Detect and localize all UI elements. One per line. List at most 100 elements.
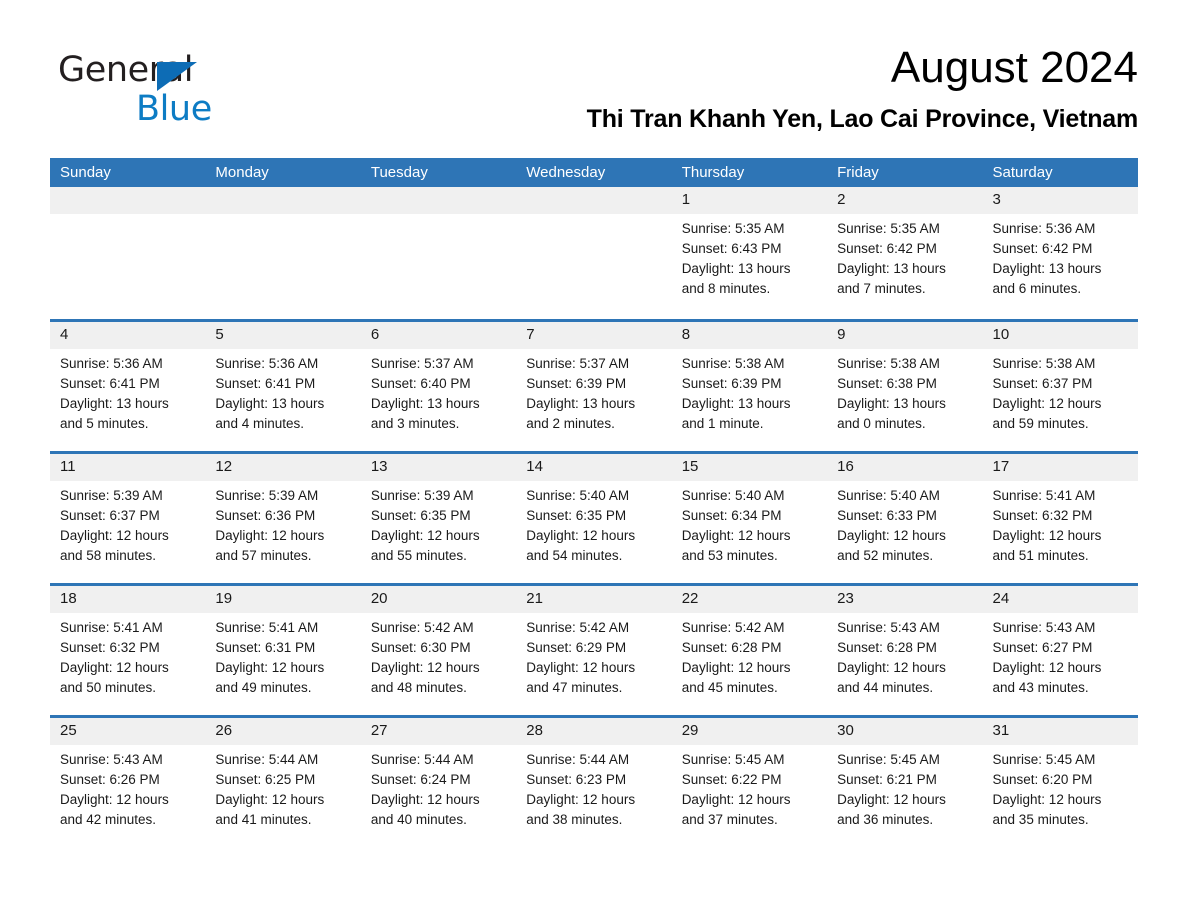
general-blue-logo[interactable]: General Blue bbox=[58, 50, 258, 136]
day-number: 23 bbox=[827, 586, 983, 613]
day-number: 4 bbox=[50, 322, 206, 349]
sunset-text: Sunset: 6:28 PM bbox=[681, 640, 782, 655]
day-details: Sunrise: 5:37 AM Sunset: 6:40 PM Daylight:… bbox=[361, 349, 516, 434]
calendar-day-cell[interactable]: 26 Sunrise: 5:44 AM Sunset: 6:25 PM Dayligh… bbox=[205, 718, 361, 847]
day-number: 28 bbox=[516, 718, 672, 745]
calendar-day-cell[interactable]: 25 Sunrise: 5:43 AM Sunset: 6:26 PM Dayligh… bbox=[50, 718, 206, 847]
sunrise-text: Sunrise: 5:42 AM bbox=[526, 620, 630, 635]
sunrise-text: Sunrise: 5:40 AM bbox=[526, 488, 630, 503]
calendar-day-cell[interactable]: 12 Sunrise: 5:39 AM Sunset: 6:36 PM Dayligh… bbox=[205, 454, 361, 583]
sunset-text: Sunset: 6:37 PM bbox=[60, 508, 160, 523]
calendar-day-cell[interactable]: 11 Sunrise: 5:39 AM Sunset: 6:37 PM Dayligh… bbox=[50, 454, 206, 583]
daylight-text: Daylight: 13 hours bbox=[526, 396, 636, 411]
day-details: Sunrise: 5:41 AM Sunset: 6:31 PM Daylight:… bbox=[205, 613, 360, 698]
weekday-header-saturday: Saturday bbox=[992, 164, 1053, 181]
daylight-text: and 48 minutes. bbox=[370, 680, 467, 695]
calendar-day-cell[interactable]: 5 Sunrise: 5:36 AM Sunset: 6:41 PM Daylight… bbox=[205, 322, 361, 451]
sunset-text: Sunset: 6:29 PM bbox=[526, 640, 627, 655]
daylight-text: Daylight: 12 hours bbox=[681, 792, 791, 807]
daylight-text: Daylight: 12 hours bbox=[60, 528, 169, 543]
sunset-text: Sunset: 6:39 PM bbox=[526, 376, 627, 391]
calendar-day-cell[interactable]: 28 Sunrise: 5:44 AM Sunset: 6:23 PM Dayligh… bbox=[516, 718, 672, 847]
day-number: 31 bbox=[982, 718, 1138, 745]
calendar-day-cell[interactable]: 29 Sunrise: 5:45 AM Sunset: 6:22 PM Dayligh… bbox=[671, 718, 828, 847]
day-number: 5 bbox=[205, 322, 361, 349]
day-number: 12 bbox=[205, 454, 361, 481]
daylight-text: Daylight: 12 hours bbox=[370, 660, 480, 675]
daylight-text: and 1 minute. bbox=[681, 416, 764, 431]
day-details bbox=[516, 214, 671, 219]
calendar-day-cell[interactable]: 10 Sunrise: 5:38 AM Sunset: 6:37 PM Dayligh… bbox=[982, 322, 1138, 451]
daylight-text: Daylight: 13 hours bbox=[837, 396, 946, 411]
calendar-day-cell[interactable]: 27 Sunrise: 5:44 AM Sunset: 6:24 PM Dayligh… bbox=[360, 718, 517, 847]
calendar-day-cell[interactable]: 21 Sunrise: 5:42 AM Sunset: 6:29 PM Dayligh… bbox=[516, 586, 672, 715]
daylight-text: and 53 minutes. bbox=[681, 548, 778, 563]
day-details: Sunrise: 5:39 AM Sunset: 6:35 PM Daylight:… bbox=[361, 481, 516, 566]
sunrise-text: Sunrise: 5:36 AM bbox=[215, 356, 319, 371]
day-number: 6 bbox=[360, 322, 517, 349]
day-details: Sunrise: 5:42 AM Sunset: 6:30 PM Daylight:… bbox=[361, 613, 516, 698]
day-number: 1 bbox=[671, 187, 828, 214]
daylight-text: Daylight: 12 hours bbox=[992, 528, 1102, 543]
daylight-text: and 50 minutes. bbox=[60, 680, 157, 695]
day-number: 13 bbox=[360, 454, 517, 481]
daylight-text: Daylight: 12 hours bbox=[837, 660, 946, 675]
daylight-text: and 40 minutes. bbox=[370, 812, 467, 827]
calendar-day-cell[interactable]: 30 Sunrise: 5:45 AM Sunset: 6:21 PM Dayligh… bbox=[827, 718, 983, 847]
calendar-day-cell[interactable]: 6 Sunrise: 5:37 AM Sunset: 6:40 PM Daylight… bbox=[360, 322, 517, 451]
calendar-day-cell[interactable]: 24 Sunrise: 5:43 AM Sunset: 6:27 PM Dayligh… bbox=[982, 586, 1138, 715]
calendar-day-cell[interactable]: 3 Sunrise: 5:36 AM Sunset: 6:42 PM Daylight… bbox=[982, 187, 1138, 319]
sunrise-text: Sunrise: 5:40 AM bbox=[681, 488, 785, 503]
sunset-text: Sunset: 6:42 PM bbox=[992, 241, 1093, 256]
sunrise-text: Sunrise: 5:36 AM bbox=[992, 221, 1096, 236]
day-details: Sunrise: 5:36 AM Sunset: 6:42 PM Daylight:… bbox=[983, 214, 1138, 299]
day-number: 7 bbox=[516, 322, 672, 349]
sunset-text: Sunset: 6:38 PM bbox=[837, 376, 937, 391]
sunset-text: Sunset: 6:25 PM bbox=[215, 772, 316, 787]
daylight-text: Daylight: 12 hours bbox=[992, 792, 1102, 807]
calendar-day-cell[interactable]: 19 Sunrise: 5:41 AM Sunset: 6:31 PM Dayligh… bbox=[205, 586, 361, 715]
calendar-day-cell[interactable]: 7 Sunrise: 5:37 AM Sunset: 6:39 PM Daylight… bbox=[516, 322, 672, 451]
calendar-day-cell[interactable]: 22 Sunrise: 5:42 AM Sunset: 6:28 PM Dayligh… bbox=[671, 586, 828, 715]
sunset-text: Sunset: 6:39 PM bbox=[681, 376, 782, 391]
day-details: Sunrise: 5:40 AM Sunset: 6:35 PM Daylight:… bbox=[516, 481, 671, 566]
calendar-day-cell[interactable]: 1 Sunrise: 5:35 AM Sunset: 6:43 PM Daylight… bbox=[671, 187, 828, 319]
daylight-text: Daylight: 12 hours bbox=[215, 660, 325, 675]
location-subtitle: Thi Tran Khanh Yen, Lao Cai Province, Vi… bbox=[586, 105, 1139, 133]
day-details: Sunrise: 5:42 AM Sunset: 6:29 PM Daylight:… bbox=[516, 613, 671, 698]
daylight-text: and 7 minutes. bbox=[837, 281, 926, 296]
calendar-day-cell[interactable]: 17 Sunrise: 5:41 AM Sunset: 6:32 PM Dayligh… bbox=[982, 454, 1138, 583]
calendar-day-cell[interactable]: 23 Sunrise: 5:43 AM Sunset: 6:28 PM Dayligh… bbox=[827, 586, 983, 715]
daylight-text: Daylight: 12 hours bbox=[681, 660, 791, 675]
title-block: August 2024 Thi Tran Khanh Yen, Lao Cai … bbox=[398, 40, 1139, 136]
sunset-text: Sunset: 6:26 PM bbox=[60, 772, 160, 787]
calendar-day-cell[interactable]: 9 Sunrise: 5:38 AM Sunset: 6:38 PM Daylight… bbox=[827, 322, 983, 451]
daylight-text: and 57 minutes. bbox=[215, 548, 312, 563]
calendar-day-cell[interactable]: 16 Sunrise: 5:40 AM Sunset: 6:33 PM Dayligh… bbox=[827, 454, 983, 583]
calendar-day-cell[interactable]: 14 Sunrise: 5:40 AM Sunset: 6:35 PM Dayligh… bbox=[516, 454, 672, 583]
sunrise-text: Sunrise: 5:36 AM bbox=[60, 356, 163, 371]
day-number: 20 bbox=[360, 586, 517, 613]
calendar-day-cell[interactable]: 20 Sunrise: 5:42 AM Sunset: 6:30 PM Dayligh… bbox=[360, 586, 517, 715]
daylight-text: and 41 minutes. bbox=[215, 812, 312, 827]
sunset-text: Sunset: 6:21 PM bbox=[837, 772, 937, 787]
sunrise-text: Sunrise: 5:42 AM bbox=[681, 620, 785, 635]
calendar-day-cell[interactable]: 13 Sunrise: 5:39 AM Sunset: 6:35 PM Dayligh… bbox=[360, 454, 517, 583]
daylight-text: and 5 minutes. bbox=[60, 416, 149, 431]
day-details: Sunrise: 5:39 AM Sunset: 6:37 PM Daylight:… bbox=[50, 481, 205, 566]
day-number: 21 bbox=[516, 586, 672, 613]
calendar-day-cell[interactable]: 18 Sunrise: 5:41 AM Sunset: 6:32 PM Dayligh… bbox=[50, 586, 206, 715]
calendar-day-cell[interactable]: 4 Sunrise: 5:36 AM Sunset: 6:41 PM Daylight… bbox=[50, 322, 206, 451]
sunset-text: Sunset: 6:24 PM bbox=[370, 772, 471, 787]
sunrise-text: Sunrise: 5:45 AM bbox=[992, 752, 1096, 767]
sunrise-text: Sunrise: 5:39 AM bbox=[215, 488, 319, 503]
calendar-day-cell[interactable]: 2 Sunrise: 5:35 AM Sunset: 6:42 PM Daylight… bbox=[827, 187, 983, 319]
sunset-text: Sunset: 6:35 PM bbox=[526, 508, 627, 523]
day-number: 8 bbox=[671, 322, 828, 349]
calendar-day-cell[interactable]: 31 Sunrise: 5:45 AM Sunset: 6:20 PM Dayligh… bbox=[982, 718, 1138, 847]
calendar-day-cell[interactable]: 15 Sunrise: 5:40 AM Sunset: 6:34 PM Dayligh… bbox=[671, 454, 828, 583]
sunrise-text: Sunrise: 5:43 AM bbox=[60, 752, 163, 767]
calendar-day-cell[interactable]: 8 Sunrise: 5:38 AM Sunset: 6:39 PM Daylight… bbox=[671, 322, 828, 451]
calendar-week-row: 4 Sunrise: 5:36 AM Sunset: 6:41 PM Daylight… bbox=[50, 319, 1138, 451]
sunset-text: Sunset: 6:36 PM bbox=[215, 508, 316, 523]
